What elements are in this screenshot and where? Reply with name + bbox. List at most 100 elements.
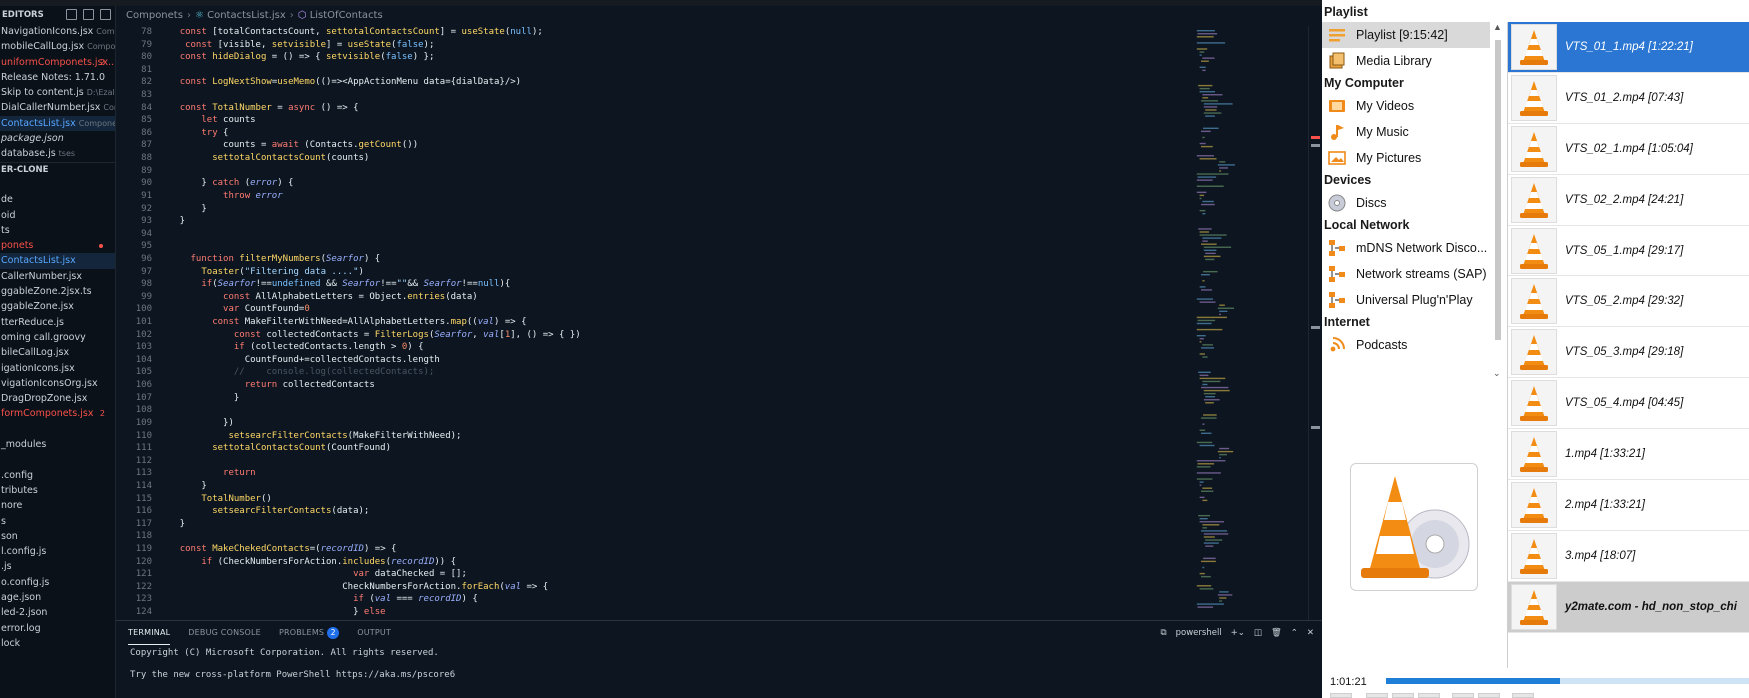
explorer-item[interactable]: l.config.js <box>0 544 115 559</box>
code-line[interactable]: const MakeFilterWithNeed=AllAlphabetLett… <box>158 316 1188 329</box>
playlist-item[interactable]: y2mate.com - hd_non_stop_chi <box>1508 581 1749 633</box>
code-line[interactable]: // console.log(collectedContacts); <box>158 366 1188 379</box>
code-line[interactable]: counts = await (Contacts.getCount()) <box>158 139 1188 152</box>
new-folder-icon[interactable] <box>83 9 94 20</box>
playlist-item[interactable]: VTS_05_1.mp4 [29:17] <box>1508 225 1749 277</box>
sidebar-item-playlist[interactable]: Playlist [9:15:42] <box>1322 22 1490 48</box>
close-panel-icon[interactable]: ✕ <box>1307 628 1314 638</box>
sidebar-item-discs[interactable]: Discs <box>1322 190 1490 216</box>
project-header[interactable]: ER-CLONE <box>0 161 115 177</box>
code-line[interactable]: return collectedContacts <box>158 379 1188 392</box>
code-line[interactable] <box>158 64 1188 77</box>
minimap[interactable] <box>1188 26 1308 620</box>
explorer-item[interactable]: ggableZone.jsx <box>0 299 115 314</box>
code-line[interactable]: const MakeChekedContacts=(recordID) => { <box>158 543 1188 556</box>
explorer-item[interactable]: .js <box>0 559 115 574</box>
code-line[interactable]: settotalContactsCount(counts) <box>158 152 1188 165</box>
explorer-item[interactable]: ContactsList.jsxComponets <box>0 115 115 132</box>
explorer-item[interactable]: lock <box>0 636 115 651</box>
previous-button[interactable] <box>1366 693 1388 698</box>
code-line[interactable]: } catch (error) { <box>158 177 1188 190</box>
explorer-item[interactable]: tributes <box>0 483 115 498</box>
code-line[interactable]: if(Searfor!==undefined && Searfor!==""&&… <box>158 278 1188 291</box>
explorer-item[interactable]: age.json <box>0 590 115 605</box>
sidebar-item-my-music[interactable]: My Music <box>1322 119 1490 145</box>
explorer-item[interactable]: Release Notes: 1.71.0 <box>0 70 115 85</box>
playlist-item[interactable]: 1.mp4 [1:33:21] <box>1508 429 1749 481</box>
playlist-item[interactable]: VTS_02_1.mp4 [1:05:04] <box>1508 123 1749 175</box>
code-line[interactable]: } <box>158 518 1188 531</box>
sidebar-scrollbar[interactable]: ▲ ⌄ <box>1490 22 1506 382</box>
editor-scrollbar[interactable] <box>1308 26 1322 620</box>
playlist-item[interactable]: VTS_05_3.mp4 [29:18] <box>1508 327 1749 379</box>
explorer-item[interactable]: o.config.js <box>0 575 115 590</box>
code-line[interactable]: const [visible, setvisible] = useState(f… <box>158 39 1188 52</box>
sidebar-item-my-videos[interactable]: My Videos <box>1322 93 1490 119</box>
sidebar-item-network-streams-sap[interactable]: Network streams (SAP) <box>1322 261 1490 287</box>
code-line[interactable]: } <box>158 392 1188 405</box>
explorer-item[interactable]: ContactsList.jsx <box>0 253 115 269</box>
explorer-item[interactable]: igationIcons.jsx <box>0 361 115 376</box>
code-line[interactable]: } <box>158 203 1188 216</box>
explorer-item[interactable]: database.js tses <box>0 146 115 161</box>
code-line[interactable]: }) <box>158 417 1188 430</box>
explorer-item[interactable]: tterReduce.js <box>0 315 115 330</box>
explorer-item[interactable]: ggableZone.2jsx.ts <box>0 284 115 299</box>
sidebar-item-my-pictures[interactable]: My Pictures <box>1322 145 1490 171</box>
trash-icon[interactable]: 🗑 <box>1271 628 1282 638</box>
code-line[interactable]: setsearcFilterContacts(data); <box>158 505 1188 518</box>
code-line[interactable] <box>158 530 1188 543</box>
code-line[interactable]: if (val === recordID) { <box>158 593 1188 606</box>
explorer-item[interactable]: son <box>0 529 115 544</box>
code-line[interactable]: const LogNextShow=useMemo(()=><AppAction… <box>158 76 1188 89</box>
explorer-item[interactable] <box>0 422 115 437</box>
sidebar-scroll-thumb[interactable] <box>1495 40 1501 340</box>
playlist-toggle-button[interactable] <box>1512 693 1534 698</box>
code-line[interactable]: if (CheckNumbersForAction.includes(recor… <box>158 556 1188 569</box>
code-line[interactable]: TotalNumber() <box>158 493 1188 506</box>
code-line[interactable]: setsearcFilterContacts(MakeFilterWithNee… <box>158 430 1188 443</box>
code-line[interactable]: return <box>158 467 1188 480</box>
code-line[interactable]: if (collectedContacts.length > 0) { <box>158 341 1188 354</box>
code-line[interactable]: const AllAlphabetLetters = Object.entrie… <box>158 291 1188 304</box>
explorer-item[interactable]: error.log <box>0 621 115 636</box>
playlist-item[interactable]: VTS_05_2.mp4 [29:32] <box>1508 276 1749 328</box>
explorer-item[interactable]: package.json <box>0 131 115 146</box>
play-button[interactable] <box>1330 693 1352 698</box>
panel-tab-terminal[interactable]: TERMINAL <box>128 621 171 645</box>
breadcrumb-folder[interactable]: Componets <box>126 10 183 21</box>
explorer-item[interactable]: oming call.groovy <box>0 330 115 345</box>
playlist-item[interactable]: 3.mp4 [18:07] <box>1508 530 1749 582</box>
explorer-item[interactable]: vigationIconsOrg.jsx <box>0 376 115 391</box>
sidebar-item-podcasts[interactable]: Podcasts <box>1322 332 1490 358</box>
explorer-item[interactable]: Skip to content.jsD:\Ezala... <box>0 85 115 100</box>
new-file-icon[interactable] <box>66 9 77 20</box>
panel-tab-problems[interactable]: PROBLEMS 2 <box>279 621 340 645</box>
panel-tab-output[interactable]: OUTPUT <box>357 621 391 645</box>
extended-settings-button[interactable] <box>1478 693 1500 698</box>
sidebar-item-universal-plug-n-play[interactable]: Universal Plug'n'Play <box>1322 287 1490 313</box>
explorer-item[interactable]: CallerNumber.jsx <box>0 269 115 284</box>
terminal-output[interactable]: Copyright (C) Microsoft Corporation. All… <box>116 645 1322 683</box>
code-line[interactable]: Toaster("Filtering data ....") <box>158 266 1188 279</box>
scroll-up-icon[interactable]: ▲ <box>1493 22 1502 32</box>
code-line[interactable]: settotalContactsCount(CountFound) <box>158 442 1188 455</box>
code-line[interactable]: function filterMyNumbers(Searfor) { <box>158 253 1188 266</box>
breadcrumb-file[interactable]: ContactsList.jsx <box>207 10 286 21</box>
explorer-item[interactable]: bileCallLog.jsx <box>0 345 115 360</box>
explorer-item[interactable]: mobileCallLog.jsxComponets <box>0 39 115 54</box>
code-line[interactable]: var CountFound=0 <box>158 303 1188 316</box>
sidebar-item-media-library[interactable]: Media Library <box>1322 48 1490 74</box>
stop-button[interactable] <box>1392 693 1414 698</box>
seek-bar[interactable] <box>1386 678 1749 684</box>
explorer-item[interactable]: NavigationIcons.jsxCompo... <box>0 24 115 39</box>
scroll-down-icon[interactable]: ⌄ <box>1493 368 1501 379</box>
breadcrumb-symbol[interactable]: ListOfContacts <box>310 10 383 21</box>
playlist-item[interactable]: VTS_01_2.mp4 [07:43] <box>1508 72 1749 124</box>
code-line[interactable]: } <box>158 480 1188 493</box>
code-line[interactable]: } <box>158 215 1188 228</box>
playlist-item[interactable]: VTS_02_2.mp4 [24:21] <box>1508 174 1749 226</box>
playlist-item[interactable]: VTS_05_4.mp4 [04:45] <box>1508 378 1749 430</box>
split-terminal-icon[interactable]: ◫ <box>1254 628 1262 638</box>
sidebar-item-mdns-network-disco[interactable]: mDNS Network Disco... <box>1322 235 1490 261</box>
